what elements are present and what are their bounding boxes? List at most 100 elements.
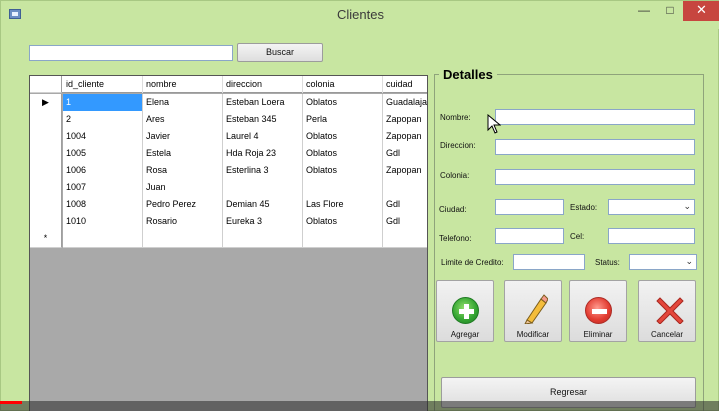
grid-cell-direccion[interactable]: Demian 45 [223,196,303,214]
row-header[interactable] [30,128,62,146]
new-row-cell[interactable] [303,230,383,248]
grid-cell-id-cliente[interactable]: 1006 [63,162,143,180]
video-progress-bar[interactable] [0,401,719,411]
eliminar-label: Eliminar [583,330,613,339]
grid-cell-colonia[interactable]: Perla [303,111,383,129]
search-button[interactable]: Buscar [237,43,323,62]
grid-cell-nombre[interactable]: Estela [143,145,223,163]
grid-cell-nombre[interactable]: Rosario [143,213,223,231]
grid-cell-colonia[interactable]: Oblatos [303,162,383,180]
column-header-nombre[interactable]: nombre [143,76,223,93]
new-row-cell[interactable] [383,230,427,248]
grid-corner-header [30,76,62,93]
status-label: Status: [595,258,620,267]
agregar-button[interactable]: Agregar [436,280,494,342]
cancel-x-icon [656,297,684,324]
row-header[interactable] [30,162,62,180]
title-bar: Clientes — □ ✕ [1,1,719,29]
colonia-label: Colonia: [440,171,470,180]
cel-field[interactable] [608,228,695,244]
cancelar-label: Cancelar [650,330,683,339]
modificar-button[interactable]: Modificar [504,280,562,342]
direccion-field[interactable] [495,139,695,155]
grid-header: id_cliente nombre direccion colonia cuid… [30,76,427,93]
ciudad-label: Ciudad: [439,205,467,214]
ciudad-field[interactable] [495,199,564,215]
eliminar-button[interactable]: Eliminar [569,280,627,342]
grid-cell-colonia[interactable]: Oblatos [303,145,383,163]
video-progress-fill [0,401,22,404]
grid-cell-id-cliente[interactable]: 1 [63,94,143,112]
colonia-field[interactable] [495,169,695,185]
agregar-label: Agregar [450,330,480,339]
window-title: Clientes [337,7,384,22]
grid-cell-direccion[interactable]: Esterlina 3 [223,162,303,180]
grid-cell-cuidad[interactable]: Gdl [383,196,427,214]
new-row-cell[interactable] [143,230,223,248]
clients-data-grid[interactable]: id_cliente nombre direccion colonia cuid… [29,75,428,411]
grid-cell-cuidad[interactable]: Guadalajar [383,94,427,112]
grid-cell-cuidad[interactable] [383,179,427,197]
row-header[interactable] [30,145,62,163]
grid-cell-id-cliente[interactable]: 1008 [63,196,143,214]
grid-cell-nombre[interactable]: Rosa [143,162,223,180]
details-title: Detalles [439,67,497,82]
grid-cell-cuidad[interactable]: Zapopan [383,162,427,180]
cel-label: Cel: [570,232,585,241]
telefono-label: Telefono: [439,234,472,243]
cancelar-button[interactable]: Cancelar [638,280,696,342]
row-header-current[interactable]: ▶ [30,94,62,112]
new-row-header[interactable]: * [30,230,62,248]
limite-credito-field[interactable] [513,254,585,270]
column-header-id-cliente[interactable]: id_cliente [63,76,143,93]
estado-label: Estado: [570,203,598,212]
grid-cell-direccion[interactable] [223,179,303,197]
minimize-button[interactable]: — [631,1,657,21]
pencil-icon [524,294,548,324]
search-input[interactable] [29,45,233,61]
grid-cell-id-cliente[interactable]: 1010 [63,213,143,231]
grid-cell-cuidad[interactable]: Zapopan [383,128,427,146]
new-row-cell[interactable] [63,230,143,248]
grid-cell-direccion[interactable]: Esteban 345 [223,111,303,129]
grid-cell-direccion[interactable]: Laurel 4 [223,128,303,146]
row-header[interactable] [30,111,62,129]
grid-cell-colonia[interactable]: Oblatos [303,128,383,146]
remove-icon [585,297,612,324]
grid-cell-nombre[interactable]: Pedro Perez [143,196,223,214]
grid-cell-nombre[interactable]: Javier [143,128,223,146]
grid-cell-id-cliente[interactable]: 2 [63,111,143,129]
chevron-down-icon: ⌄ [685,256,693,266]
grid-cell-direccion[interactable]: Eureka 3 [223,213,303,231]
grid-cell-colonia[interactable]: Las Flore [303,196,383,214]
grid-cell-colonia[interactable]: Oblatos [303,94,383,112]
direccion-label: Direccion: [440,141,476,150]
close-button[interactable]: ✕ [683,1,719,21]
maximize-button[interactable]: □ [657,1,683,21]
column-header-cuidad[interactable]: cuidad [383,76,427,93]
grid-cell-colonia[interactable] [303,179,383,197]
row-header[interactable] [30,179,62,197]
grid-cell-id-cliente[interactable]: 1007 [63,179,143,197]
grid-cell-direccion[interactable]: Esteban Loera [223,94,303,112]
current-row-icon: ▶ [42,97,49,107]
new-row-cell[interactable] [223,230,303,248]
grid-cell-id-cliente[interactable]: 1004 [63,128,143,146]
nombre-field[interactable] [495,109,695,125]
grid-cell-direccion[interactable]: Hda Roja 23 [223,145,303,163]
grid-cell-cuidad[interactable]: Zapopan [383,111,427,129]
row-header[interactable] [30,196,62,214]
telefono-field[interactable] [495,228,564,244]
column-header-colonia[interactable]: colonia [303,76,383,93]
grid-cell-cuidad[interactable]: Gdl [383,213,427,231]
grid-cell-nombre[interactable]: Ares [143,111,223,129]
status-select[interactable]: ⌄ [629,254,697,270]
grid-cell-colonia[interactable]: Oblatos [303,213,383,231]
estado-select[interactable]: ⌄ [608,199,695,215]
grid-cell-nombre[interactable]: Elena [143,94,223,112]
column-header-direccion[interactable]: direccion [223,76,303,93]
grid-cell-cuidad[interactable]: Gdl [383,145,427,163]
row-header[interactable] [30,213,62,231]
grid-cell-nombre[interactable]: Juan [143,179,223,197]
grid-cell-id-cliente[interactable]: 1005 [63,145,143,163]
